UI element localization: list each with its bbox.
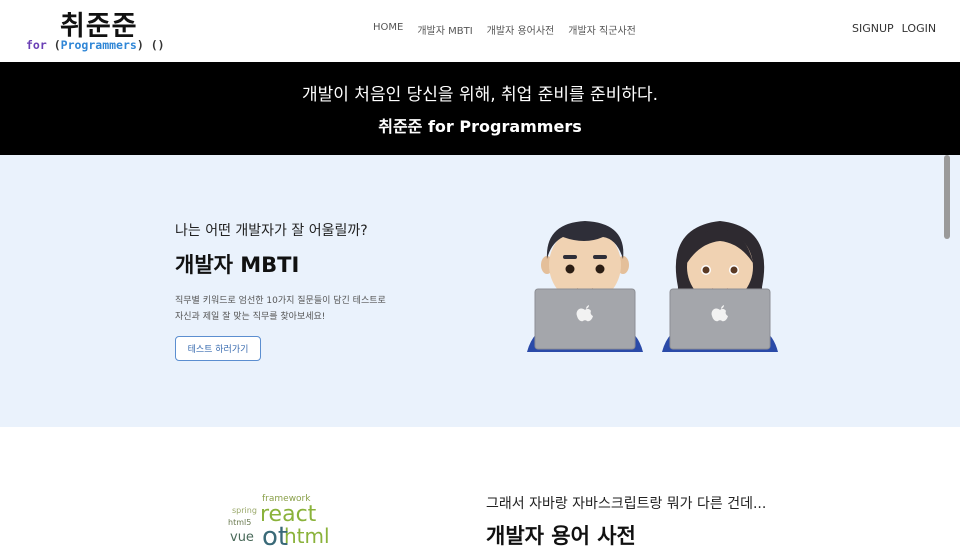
logo-sub-open: (	[53, 38, 61, 52]
hero-banner: 개발이 처음인 당신을 위해, 취업 준비를 준비하다. 취준준 for Pro…	[0, 62, 960, 155]
banner-title: 취준준 for Programmers	[378, 117, 582, 136]
page-scrollbar[interactable]	[944, 155, 950, 239]
mbti-title: 개발자 MBTI	[175, 253, 300, 277]
cloud-word: ot	[262, 522, 288, 546]
cloud-word: html5	[228, 518, 251, 527]
site-header: 취준준 for (Programmers) () HOME 개발자 MBTI 개…	[0, 0, 960, 62]
glossary-subtitle: 그래서 자바랑 자바스크립트랑 뭐가 다른 건데...	[486, 496, 767, 512]
glossary-section: framework spring react html5 vue html ot…	[0, 427, 960, 546]
mbti-description: 직무별 키워드로 엄선한 10가지 질문들이 담긴 테스트로 자신과 제일 잘 …	[175, 293, 435, 325]
main-nav: HOME 개발자 MBTI 개발자 용어사전 개발자 직군사전	[373, 22, 636, 37]
male-developer-illustration	[527, 221, 643, 352]
logo-sub-close: )	[136, 38, 144, 52]
logo-sub-word: Programmers	[60, 38, 137, 52]
logo-sub-end: ()	[150, 38, 165, 52]
mbti-subtitle: 나는 어떤 개발자가 잘 어울릴까?	[175, 223, 368, 239]
nav-home[interactable]: HOME	[373, 22, 403, 37]
cloud-word: spring	[232, 506, 257, 515]
mbti-desc-line1: 직무별 키워드로 엄선한 10가지 질문들이 담긴 테스트로	[175, 296, 386, 306]
login-link[interactable]: LOGIN	[902, 22, 936, 35]
signup-link[interactable]: SIGNUP	[852, 22, 894, 35]
nav-mbti[interactable]: 개발자 MBTI	[417, 22, 472, 37]
auth-links: SIGNUP LOGIN	[852, 22, 936, 35]
logo-subtitle: for (Programmers) ()	[26, 38, 165, 52]
site-logo[interactable]: 취준준 for (Programmers) ()	[26, 4, 186, 56]
female-developer-illustration	[662, 221, 778, 352]
mbti-section: 나는 어떤 개발자가 잘 어울릴까? 개발자 MBTI 직무별 키워드로 엄선한…	[0, 155, 960, 427]
logo-sub-for: for	[26, 38, 47, 52]
banner-tagline: 개발이 처음인 당신을 위해, 취업 준비를 준비하다.	[301, 85, 659, 105]
glossary-title: 개발자 용어 사전	[486, 524, 636, 546]
cloud-word: vue	[230, 530, 254, 545]
nav-glossary[interactable]: 개발자 용어사전	[487, 22, 555, 37]
nav-job-dictionary[interactable]: 개발자 직군사전	[568, 22, 636, 37]
word-cloud-image: framework spring react html5 vue html ot	[228, 494, 330, 546]
cloud-word: html	[284, 524, 330, 546]
take-test-button[interactable]: 테스트 하러가기	[175, 336, 261, 361]
mbti-desc-line2: 자신과 제일 잘 맞는 직무를 찾아보세요!	[175, 312, 326, 322]
